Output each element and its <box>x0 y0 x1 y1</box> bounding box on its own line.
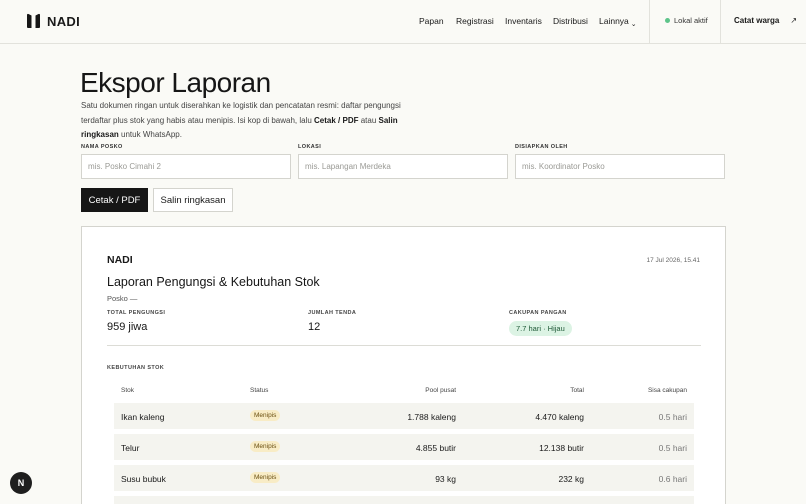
nav-link-papan[interactable]: Papan <box>419 16 444 26</box>
catat-warga-button[interactable]: Catat warga ↗ <box>734 16 797 25</box>
status-label: Lokal aktif <box>674 16 708 25</box>
posko-label: NAMA POSKO <box>81 144 123 150</box>
col-header-pool: Pool pusat <box>425 387 456 394</box>
col-header-stok: Stok <box>121 387 135 394</box>
status-badge: Menipis <box>250 410 281 421</box>
table-row: Susu bubuk Menipis 93 kg 232 kg 0.6 hari <box>114 465 694 491</box>
nav-divider <box>720 0 721 44</box>
copy-summary-button[interactable]: Salin ringkasan <box>153 188 233 212</box>
desc-bold-print: Cetak / PDF <box>314 115 359 125</box>
lokasi-label: LOKASI <box>298 144 322 150</box>
stat-cakupan-pangan: CAKUPAN PANGAN 7.7 hari · Hijau <box>509 310 572 336</box>
col-header-sisa: Sisa cakupan <box>647 387 687 394</box>
report-preview: NADI 17 Jul 2026, 15.41 Laporan Pengungs… <box>81 226 726 504</box>
page-title: Ekspor Laporan <box>80 67 271 98</box>
table-row: Ikan kaleng Menipis 1.788 kaleng 4.470 k… <box>114 403 694 429</box>
print-pdf-button[interactable]: Cetak / PDF <box>81 188 148 212</box>
cell-sisa: 0.5 hari <box>658 443 687 453</box>
nav-link-registrasi[interactable]: Registrasi <box>456 16 494 26</box>
cell-total: 12.138 butir <box>539 443 584 453</box>
desc-text: untuk WhatsApp. <box>118 130 182 139</box>
cell-total: 232 kg <box>558 474 584 484</box>
connection-status: Lokal aktif <box>665 16 708 25</box>
report-brand: NADI <box>107 254 133 266</box>
nextjs-dev-icon[interactable]: N <box>10 472 32 494</box>
arrow-up-right-icon: ↗ <box>790 16 798 25</box>
cell-sisa: 0.6 hari <box>658 474 687 484</box>
nav-link-inventaris[interactable]: Inventaris <box>505 16 542 26</box>
cell-stok: Telur <box>121 443 140 453</box>
stock-section-label: KEBUTUHAN STOK <box>107 365 165 371</box>
stat-label: CAKUPAN PANGAN <box>509 310 567 316</box>
nav-link-lainnya[interactable]: Lainnya ⌄ <box>599 16 637 28</box>
cell-total: 4.470 kaleng <box>535 412 584 422</box>
stat-value: 12 <box>308 321 321 333</box>
desc-text: atau <box>358 115 379 125</box>
table-row: Telur Menipis 4.855 butir 12.138 butir 0… <box>114 434 694 460</box>
stat-label: TOTAL PENGUNGSI <box>107 310 166 316</box>
status-badge: Menipis <box>250 472 281 483</box>
disiapkan-oleh-label: DISIAPKAN OLEH <box>515 144 568 150</box>
top-nav: NADI Papan Registrasi Inventaris Distrib… <box>0 0 806 44</box>
chevron-down-icon: ⌄ <box>630 21 637 28</box>
cell-stok: Ikan kaleng <box>121 412 165 422</box>
nav-link-distribusi[interactable]: Distribusi <box>553 16 588 26</box>
stat-total-pengungsi: TOTAL PENGUNGSI 959 jiwa <box>107 310 165 333</box>
posko-input[interactable] <box>81 154 291 179</box>
nav-link-lainnya-label: Lainnya <box>599 16 629 26</box>
page-description: Satu dokumen ringan untuk diserahkan ke … <box>81 99 411 143</box>
brand-name: NADI <box>47 13 80 29</box>
report-date: 17 Jul 2026, 15.41 <box>646 257 701 264</box>
divider <box>107 345 701 346</box>
lokasi-input[interactable] <box>298 154 508 179</box>
status-badge: 7.7 hari · Hijau <box>509 321 572 336</box>
disiapkan-oleh-input[interactable] <box>515 154 725 179</box>
cell-pool: 93 kg <box>435 474 456 484</box>
col-header-status: Status <box>250 387 269 394</box>
catat-warga-label: Catat warga <box>734 16 780 25</box>
table-row <box>114 496 694 504</box>
stat-label: JUMLAH TENDA <box>308 310 357 316</box>
stat-jumlah-tenda: JUMLAH TENDA 12 <box>308 310 356 333</box>
report-title: Laporan Pengungsi & Kebutuhan Stok <box>107 275 320 289</box>
col-header-total: Total <box>570 387 584 394</box>
cell-pool: 1.788 kaleng <box>407 412 456 422</box>
nav-divider <box>649 0 650 44</box>
report-posko: Posko — <box>107 294 138 303</box>
cell-sisa: 0.5 hari <box>658 412 687 422</box>
cell-stok: Susu bubuk <box>121 474 166 484</box>
nadi-logo-icon <box>27 13 40 28</box>
status-badge: Menipis <box>250 441 281 452</box>
status-dot-icon <box>665 18 670 23</box>
brand-logo[interactable]: NADI <box>26 13 80 29</box>
stat-value: 959 jiwa <box>107 321 148 333</box>
cell-pool: 4.855 butir <box>415 443 456 453</box>
